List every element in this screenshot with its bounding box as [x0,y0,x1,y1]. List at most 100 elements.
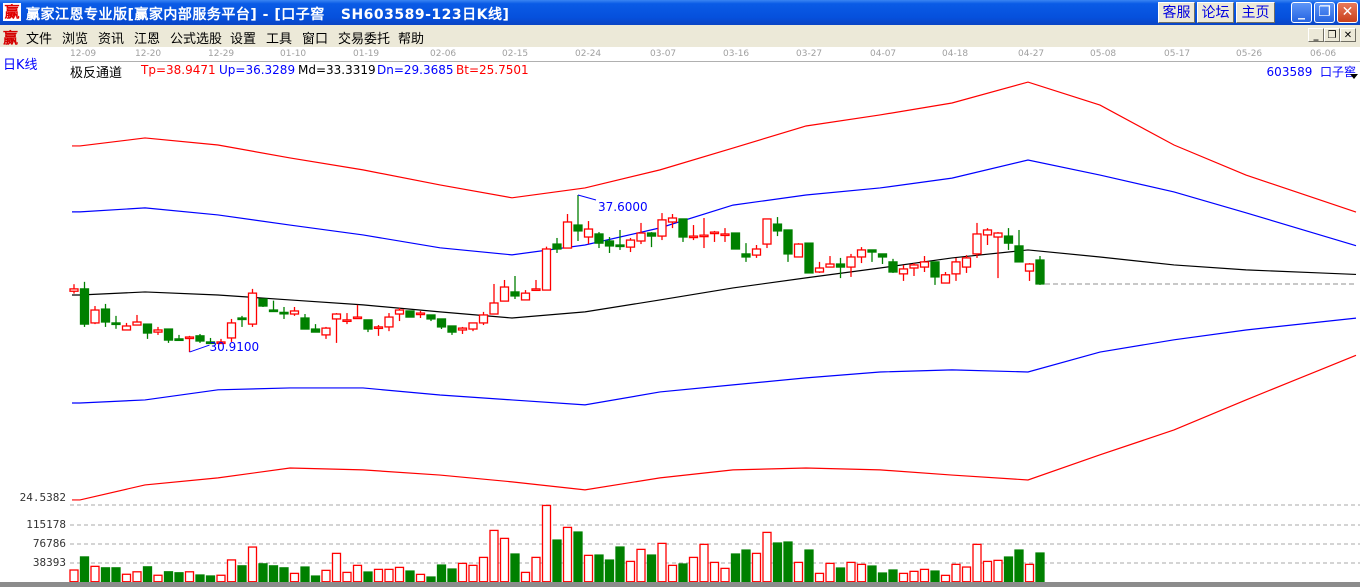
volume-bar-up [909,570,919,583]
volume-bar-up [814,572,825,583]
candle-down [268,309,279,313]
volume-bar-down [195,574,205,583]
volume-bar-down [1014,549,1024,583]
candle-up [583,228,594,238]
volume-bar-up [940,574,951,583]
candle-up [699,234,709,238]
candle-up [342,319,352,323]
candle-up [636,232,646,242]
volume-bar-up [709,561,720,583]
volume-bar-up [982,560,993,583]
volume-bar-down [268,565,279,583]
candle-down [930,261,940,278]
candle-up [982,229,993,236]
volume-bar-up [90,565,100,583]
candle-up [898,268,909,275]
volume-bar-up [636,548,646,583]
candle-up [972,233,982,255]
volume-bar-up [625,560,636,583]
candle-down [772,223,783,232]
volume-bar-up [394,566,405,583]
candle-down [100,308,111,323]
channel-line-dn [72,317,1357,406]
candle-up [289,310,300,315]
volume-bar-up [688,556,699,583]
candle-down [783,229,793,255]
candle-up [499,286,510,302]
volume-bar-down [310,575,321,583]
candle-down [604,240,615,247]
high-marker-line [577,194,597,201]
volume-bar-down [877,572,888,583]
volume-bar-up [132,571,142,583]
candle-down [279,311,289,315]
kline-chart[interactable]: 37.6000 30.9100 [0,0,1360,587]
candle-up [993,232,1003,238]
volume-bar-up [489,529,499,583]
volume-bar-down [615,546,625,583]
candle-down [835,263,846,268]
channel-line-bt [72,354,1357,501]
volume-bar-down [552,539,562,583]
volume-bar-up [331,552,342,583]
volume-bar-up [457,562,468,583]
volume-bar-down [1003,556,1014,583]
volume-bar-down [888,569,898,583]
volume-bar-up [468,564,478,583]
volume-bar-up [415,573,426,583]
volume-bar-up [289,572,300,583]
candle-down [867,249,877,253]
volume-bar-down [730,553,741,583]
candle-up [909,264,919,269]
candle-down [741,253,751,258]
candle-down [573,224,583,232]
volume-bar-up [919,568,930,583]
candle-down [594,233,604,244]
candle-up [940,274,951,284]
bottom-scrollbar[interactable] [0,582,1360,587]
candle-up [415,312,426,316]
volume-bar-down [867,565,877,583]
candle-down [730,232,741,250]
volume-bar-up [751,552,762,583]
volume-bar-up [247,546,258,583]
candle-down [363,319,373,330]
volume-bar-up [478,556,489,583]
low-marker-line [189,344,210,353]
candle-down [804,242,814,274]
volume-bar-down [163,571,174,583]
candle-up [184,336,195,340]
candle-up [814,267,825,273]
volume-bar-down [436,564,447,583]
candle-down [405,310,415,318]
volume-bar-up [499,537,510,583]
volume-bar-down [363,571,373,583]
candle-up [373,326,384,330]
volume-bar-down [604,559,615,583]
candle-down [436,318,447,328]
volume-bar-up [793,561,804,583]
volume-bar-up [342,571,352,583]
volume-bar-down [142,566,153,583]
candle-down [426,314,436,320]
candle-down [79,288,90,325]
volume-bar-up [541,504,552,583]
candle-up [562,221,573,249]
volume-bar-down [573,531,583,583]
high-marker-label: 37.6000 [598,200,648,214]
volume-bar-up [699,543,709,583]
volume-bar-down [205,575,216,583]
candle-down [1003,235,1014,244]
candle-down [163,328,174,341]
channel-line-tp [72,81,1357,213]
volume-bar-up [856,563,867,583]
candle-up [541,248,552,291]
candle-down [877,253,888,258]
candle-down [678,218,688,238]
candle-down [142,323,153,334]
channel-line-md [72,249,1357,319]
volume-bar-up [667,564,678,583]
candle-up [825,263,835,268]
candle-down [888,261,898,273]
volume-bar-up [531,556,541,583]
